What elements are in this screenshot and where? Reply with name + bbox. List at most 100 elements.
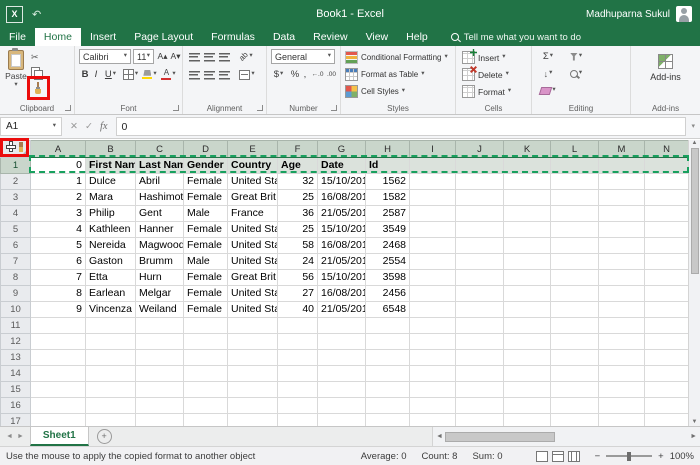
scroll-down-icon[interactable]: ▼ [692, 419, 698, 425]
cell-M12[interactable] [598, 333, 645, 350]
row-header-3[interactable]: 3 [0, 189, 31, 206]
cell-D16[interactable] [183, 397, 228, 414]
cell-G7[interactable]: 21/05/201 [317, 253, 366, 270]
column-header-L[interactable]: L [550, 140, 599, 158]
cell-B11[interactable] [85, 317, 136, 334]
cell-H4[interactable]: 2587 [365, 205, 410, 222]
cell-C7[interactable]: Brumm [135, 253, 184, 270]
cell-N14[interactable] [644, 365, 689, 382]
ribbon-tab-review[interactable]: Review [304, 28, 356, 46]
cell-A5[interactable]: 4 [30, 221, 86, 238]
cell-A7[interactable]: 6 [30, 253, 86, 270]
conditional-formatting-button[interactable]: Conditional Formatting ▾ [345, 50, 448, 65]
cell-F6[interactable]: 58 [277, 237, 318, 254]
cell-J1[interactable] [455, 157, 504, 174]
cell-M10[interactable] [598, 301, 645, 318]
cell-I3[interactable] [409, 189, 456, 206]
column-header-I[interactable]: I [409, 140, 456, 158]
cell-I11[interactable] [409, 317, 456, 334]
cell-G13[interactable] [317, 349, 366, 366]
comma-button[interactable]: , [301, 67, 309, 82]
horizontal-scrollbar[interactable]: ◄ ► [432, 427, 700, 446]
increase-decimal-button[interactable]: ←.0 [311, 67, 324, 82]
cell-I16[interactable] [409, 397, 456, 414]
cell-I2[interactable] [409, 173, 456, 190]
cell-F2[interactable]: 32 [277, 173, 318, 190]
cell-F16[interactable] [277, 397, 318, 414]
user-name[interactable]: Madhuparna Sukul [586, 9, 670, 20]
cell-B13[interactable] [85, 349, 136, 366]
cell-G11[interactable] [317, 317, 366, 334]
vertical-scroll-thumb[interactable] [690, 148, 699, 274]
cell-E13[interactable] [227, 349, 278, 366]
row-header-1[interactable]: 1 [0, 157, 31, 174]
shrink-font-button[interactable]: A▾ [169, 49, 182, 64]
page-layout-view-icon[interactable] [551, 450, 564, 462]
cell-I5[interactable] [409, 221, 456, 238]
cell-N11[interactable] [644, 317, 689, 334]
cell-A11[interactable] [30, 317, 86, 334]
column-header-F[interactable]: F [277, 140, 318, 158]
cell-I15[interactable] [409, 381, 456, 398]
cell-N13[interactable] [644, 349, 689, 366]
hscroll-right-icon[interactable]: ► [690, 433, 697, 440]
align-right-button[interactable] [217, 67, 231, 82]
cell-M9[interactable] [598, 285, 645, 302]
cell-M5[interactable] [598, 221, 645, 238]
merge-center-button[interactable]: ▾ [236, 67, 258, 82]
cell-F1[interactable]: Age [277, 157, 318, 174]
row-header-6[interactable]: 6 [0, 237, 31, 254]
cell-H3[interactable]: 1582 [365, 189, 410, 206]
cell-H6[interactable]: 2468 [365, 237, 410, 254]
cell-J7[interactable] [455, 253, 504, 270]
cell-K5[interactable] [503, 221, 551, 238]
column-header-N[interactable]: N [644, 140, 689, 158]
expand-formula-bar-icon[interactable]: ▾ [686, 115, 700, 138]
cell-B7[interactable]: Gaston [85, 253, 136, 270]
cell-N8[interactable] [644, 269, 689, 286]
delete-cells-button[interactable]: Delete ▾ [462, 67, 509, 82]
page-break-view-icon[interactable] [567, 450, 580, 462]
cancel-icon[interactable]: ✕ [70, 121, 78, 132]
cell-H14[interactable] [365, 365, 410, 382]
number-dialog-launcher[interactable] [331, 105, 337, 111]
ribbon-tab-insert[interactable]: Insert [81, 28, 125, 46]
fill-button[interactable]: ↓ ▾ [538, 66, 558, 81]
cell-M4[interactable] [598, 205, 645, 222]
column-header-J[interactable]: J [455, 140, 504, 158]
cell-H12[interactable] [365, 333, 410, 350]
row-header-16[interactable]: 16 [0, 397, 31, 414]
column-header-H[interactable]: H [365, 140, 410, 158]
cell-K12[interactable] [503, 333, 551, 350]
font-size-combo[interactable]: 11 ▾ [133, 49, 154, 64]
borders-button[interactable]: ▾ [122, 67, 139, 82]
cell-B10[interactable]: Vincenza [85, 301, 136, 318]
ribbon-tab-data[interactable]: Data [264, 28, 304, 46]
cell-K6[interactable] [503, 237, 551, 254]
cell-F7[interactable]: 24 [277, 253, 318, 270]
cell-L6[interactable] [550, 237, 599, 254]
cell-B4[interactable]: Philip [85, 205, 136, 222]
cell-K15[interactable] [503, 381, 551, 398]
cell-D13[interactable] [183, 349, 228, 366]
cell-A16[interactable] [30, 397, 86, 414]
cell-B3[interactable]: Mara [85, 189, 136, 206]
cell-F11[interactable] [277, 317, 318, 334]
cell-I6[interactable] [409, 237, 456, 254]
cell-G16[interactable] [317, 397, 366, 414]
cell-L14[interactable] [550, 365, 599, 382]
cell-M15[interactable] [598, 381, 645, 398]
cell-C3[interactable]: Hashimoto [135, 189, 184, 206]
cell-D15[interactable] [183, 381, 228, 398]
cell-L1[interactable] [550, 157, 599, 174]
cell-E1[interactable]: Country [227, 157, 278, 174]
cell-J13[interactable] [455, 349, 504, 366]
cell-D4[interactable]: Male [183, 205, 228, 222]
cell-B5[interactable]: Kathleen [85, 221, 136, 238]
cell-F9[interactable]: 27 [277, 285, 318, 302]
cell-H7[interactable]: 2554 [365, 253, 410, 270]
cell-J11[interactable] [455, 317, 504, 334]
paste-dropdown-icon[interactable]: ▾ [14, 81, 17, 89]
cell-C4[interactable]: Gent [135, 205, 184, 222]
cell-M16[interactable] [598, 397, 645, 414]
